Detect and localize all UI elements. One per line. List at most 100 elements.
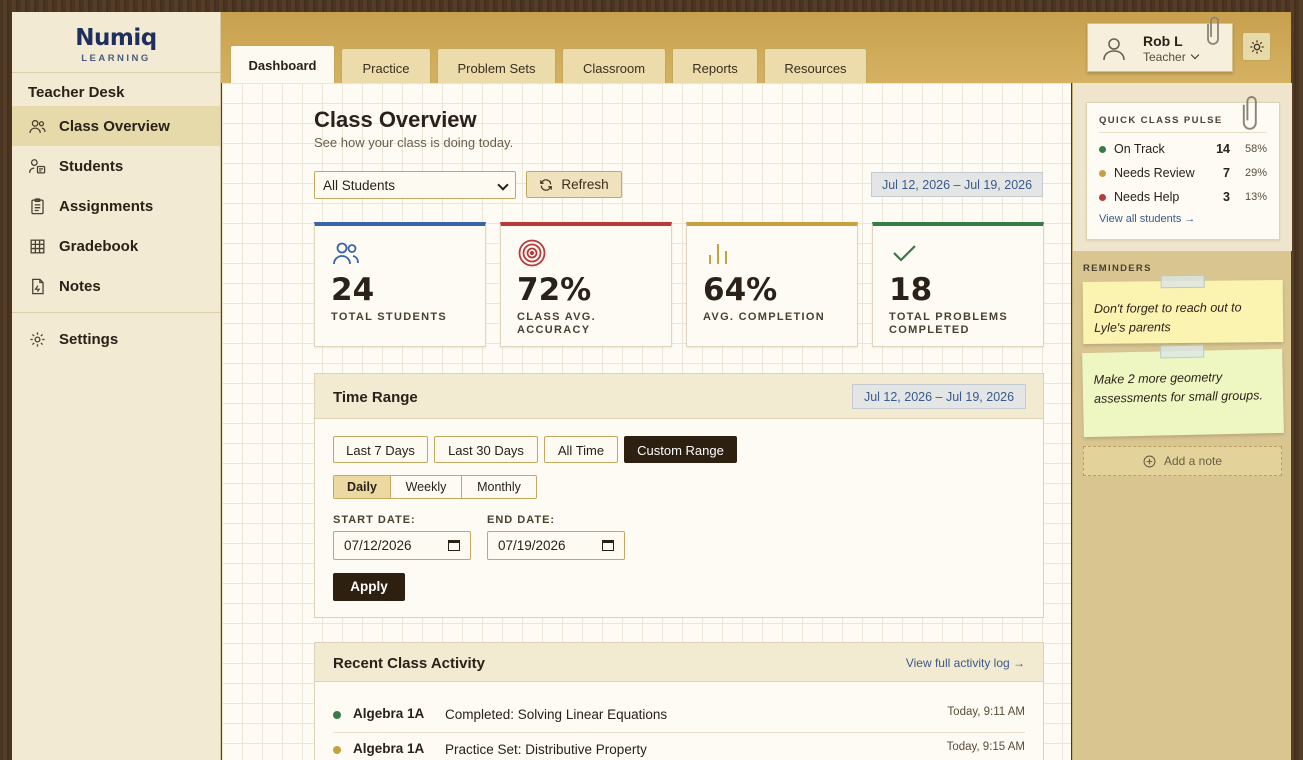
- pulse-percent: 29%: [1244, 167, 1267, 179]
- activity-row[interactable]: Algebra 1A Practice Set: Distributive Pr…: [333, 734, 1025, 760]
- pulse-percent: 58%: [1244, 143, 1267, 155]
- last-30-days-button[interactable]: Last 30 Days: [434, 436, 538, 463]
- pulse-percent: 13%: [1244, 191, 1267, 203]
- stat-label: TOTAL PROBLEMS COMPLETED: [889, 311, 1009, 336]
- chevron-down-icon: [497, 179, 509, 191]
- users-icon: [29, 119, 46, 133]
- start-date-input[interactable]: 07/12/2026: [333, 531, 471, 560]
- refresh-button[interactable]: Refresh: [526, 171, 622, 198]
- pulse-count: 14: [1216, 142, 1230, 156]
- tab-classroom[interactable]: Classroom: [562, 48, 666, 84]
- tab-resources[interactable]: Resources: [764, 48, 867, 84]
- last-7-days-button[interactable]: Last 7 Days: [333, 436, 428, 463]
- pulse-label: On Track: [1114, 142, 1165, 156]
- add-note-button[interactable]: Add a note: [1083, 446, 1282, 476]
- time-range-panel: Time Range Jul 12, 2026 – Jul 19, 2026 L…: [314, 373, 1044, 618]
- calendar-icon[interactable]: [448, 540, 460, 551]
- target-icon: [518, 239, 546, 267]
- reminder-note[interactable]: Don't forget to reach out to Lyle's pare…: [1082, 274, 1284, 345]
- monthly-option[interactable]: Monthly: [462, 476, 536, 498]
- all-time-button[interactable]: All Time: [544, 436, 618, 463]
- sidebar-item-label: Gradebook: [59, 237, 139, 255]
- clipboard-icon: [31, 197, 44, 214]
- start-date-label: START DATE:: [333, 514, 416, 526]
- check-icon: [893, 245, 916, 262]
- pulse-title: QUICK CLASS PULSE: [1099, 115, 1223, 126]
- reminder-note[interactable]: Make 2 more geometry assessments for sma…: [1082, 344, 1284, 438]
- calendar-icon[interactable]: [602, 540, 614, 551]
- page-title: Class Overview: [314, 107, 477, 132]
- status-dot: [1099, 146, 1106, 153]
- student-filter-value: All Students: [323, 178, 396, 193]
- tab-dashboard[interactable]: Dashboard: [230, 45, 335, 84]
- tab-reports[interactable]: Reports: [672, 48, 758, 84]
- activity-class: Algebra 1A: [353, 706, 425, 721]
- view-activity-log-link[interactable]: View full activity log →: [906, 656, 1025, 670]
- view-all-students-link[interactable]: View all students →: [1099, 213, 1195, 225]
- main-content: Class Overview See how your class is doi…: [222, 83, 1071, 760]
- activity-description: Practice Set: Distributive Property: [445, 742, 647, 757]
- activity-row[interactable]: Algebra 1A Completed: Solving Linear Equ…: [333, 699, 1025, 733]
- sidebar-item-label: Notes: [59, 277, 101, 295]
- sidebar-item-label: Students: [59, 157, 124, 175]
- activity-description: Completed: Solving Linear Equations: [445, 707, 668, 722]
- note-icon: [32, 278, 44, 294]
- daily-option[interactable]: Daily: [334, 476, 391, 498]
- activity-time: Today, 9:11 AM: [947, 706, 1025, 718]
- pulse-label: Needs Help: [1114, 190, 1180, 204]
- sun-icon: [1249, 39, 1264, 54]
- users-icon: [333, 242, 359, 265]
- refresh-icon: [540, 178, 553, 191]
- student-filter-select[interactable]: All Students: [314, 171, 516, 199]
- add-note-label: Add a note: [1163, 454, 1223, 468]
- start-date-value: 07/12/2026: [344, 538, 412, 553]
- avatar-icon: [1103, 38, 1125, 61]
- reminders-title: REMINDERS: [1083, 263, 1152, 274]
- paperclip-icon: [1207, 16, 1219, 45]
- app-logo[interactable]: Numiq LEARNING: [12, 12, 220, 73]
- sidebar-item-notes[interactable]: Notes: [12, 266, 220, 306]
- pulse-count: 3: [1223, 190, 1230, 204]
- weekly-option[interactable]: Weekly: [391, 476, 462, 498]
- app-name: Numiq: [75, 25, 157, 51]
- end-date-label: END DATE:: [487, 514, 556, 526]
- sidebar-item-settings[interactable]: Settings: [12, 319, 220, 359]
- stat-value: 24: [331, 272, 375, 308]
- sidebar: Numiq LEARNING Teacher Desk Class Overvi…: [12, 12, 221, 760]
- panel-title: Time Range: [333, 389, 418, 406]
- grid-icon: [30, 239, 45, 253]
- activity-class: Algebra 1A: [353, 741, 425, 756]
- app-tagline: LEARNING: [81, 53, 151, 64]
- pulse-count: 7: [1223, 166, 1230, 180]
- tape: [1160, 274, 1205, 289]
- date-range-badge: Jul 12, 2026 – Jul 19, 2026: [852, 384, 1026, 409]
- end-date-value: 07/19/2026: [498, 538, 566, 553]
- stat-card-accuracy: 72% CLASS AVG. ACCURACY: [500, 222, 672, 347]
- stat-card-completion: 64% AVG. COMPLETION: [686, 222, 858, 347]
- sidebar-item-class-overview[interactable]: Class Overview: [12, 106, 220, 146]
- user-role: Teacher: [1143, 50, 1200, 64]
- status-dot: [1099, 194, 1106, 201]
- sidebar-item-students[interactable]: Students: [12, 146, 220, 186]
- sidebar-section-title: Teacher Desk: [28, 84, 125, 101]
- stat-label: TOTAL STUDENTS: [331, 311, 447, 323]
- student-icon: [28, 158, 46, 173]
- theme-toggle-button[interactable]: [1242, 32, 1271, 61]
- tape: [1159, 344, 1205, 359]
- sidebar-item-gradebook[interactable]: Gradebook: [12, 226, 220, 266]
- chevron-down-icon: [1190, 50, 1200, 60]
- bar-chart-icon: [709, 244, 727, 264]
- custom-range-button[interactable]: Custom Range: [624, 436, 737, 463]
- page-subtitle: See how your class is doing today.: [314, 135, 514, 150]
- pulse-row-needs-review: Needs Review 7 29%: [1099, 165, 1267, 189]
- end-date-input[interactable]: 07/19/2026: [487, 531, 625, 560]
- panel-title: Recent Class Activity: [333, 655, 486, 672]
- tab-practice[interactable]: Practice: [341, 48, 431, 84]
- activity-time: Today, 9:15 AM: [946, 741, 1025, 753]
- sidebar-item-label: Class Overview: [59, 117, 170, 135]
- tab-problem-sets[interactable]: Problem Sets: [437, 48, 556, 84]
- apply-button[interactable]: Apply: [333, 573, 405, 601]
- sidebar-item-assignments[interactable]: Assignments: [12, 186, 220, 226]
- sidebar-item-label: Assignments: [59, 197, 154, 215]
- sidebar-divider: [12, 312, 220, 313]
